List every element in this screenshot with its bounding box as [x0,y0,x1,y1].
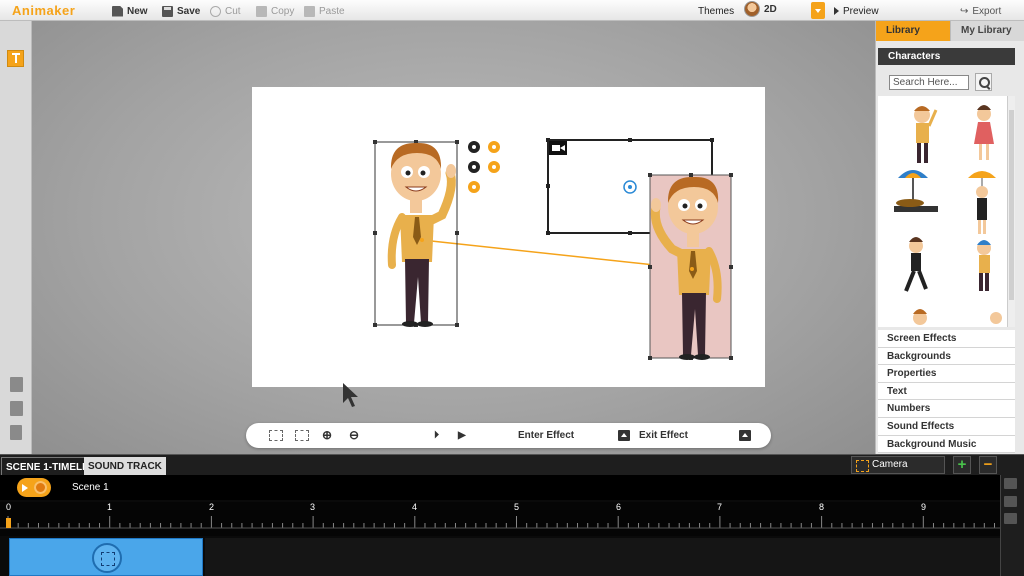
timeline: Scene 1 0 1 2 3 4 5 6 7 8 9 [0,475,1024,576]
camera-focus-icon [92,543,122,573]
ruler-ticks [0,516,1006,529]
remove-track-icon[interactable]: − [979,456,997,474]
scene-play-button[interactable] [17,478,51,497]
ruler-tick-label: 9 [921,502,927,512]
character-thumbnails [894,105,1002,325]
thumb-beach-umbrella[interactable] [894,170,938,212]
menu-text[interactable]: Text [878,382,1015,401]
play-icon [834,7,839,15]
section-title: Characters [878,48,1015,65]
focus-icon[interactable] [1004,513,1017,524]
scene-row: Scene 1 [0,475,1000,500]
character-gallery [878,96,1015,327]
add-track-icon[interactable]: + [953,456,971,474]
mouse-cursor-icon [343,383,358,407]
fit-screen-icon[interactable] [295,430,309,441]
add-layer-icon[interactable] [1004,496,1017,507]
menu-background-music[interactable]: Background Music [878,435,1015,454]
copy-icon [256,5,267,17]
ruler-tick-label: 4 [412,502,418,512]
search-icon[interactable] [975,73,992,91]
menu-sound-effects[interactable]: Sound Effects [878,417,1015,436]
top-toolbar: Animaker New Save Cut Copy Paste Themes … [0,0,1024,21]
tab-my-library[interactable]: My Library [950,21,1024,41]
scissors-icon [210,5,221,17]
scene-label: Scene 1 [72,482,109,493]
enter-effect-button[interactable]: Enter Effect [518,429,574,442]
search-input[interactable]: Search Here... [889,75,969,90]
camera-clip[interactable] [9,538,203,576]
effect-control-bar: ⊕ ⊖ ⏵ ▶ Enter Effect Exit Effect [246,423,771,448]
paste-button[interactable]: Paste [304,4,345,18]
ruler-tick-label: 6 [616,502,622,512]
themes-button[interactable]: Themes [698,4,734,18]
timeline-track[interactable] [205,538,1000,576]
export-arrow-icon: ↪ [960,5,969,17]
menu-backgrounds[interactable]: Backgrounds [878,347,1015,366]
ruler-tick-label: 7 [717,502,723,512]
zoom-out-icon[interactable]: ⊖ [349,429,359,442]
exit-effect-button[interactable]: Exit Effect [639,429,688,442]
thumb-woman-running[interactable] [904,237,928,292]
menu-screen-effects[interactable]: Screen Effects [878,330,1015,348]
character-man-waving[interactable] [387,142,456,327]
playhead[interactable] [6,518,11,528]
zoom-in-icon[interactable]: ⊕ [322,429,332,442]
camera-focus-icon[interactable] [269,430,283,441]
timeline-side-tools [1000,475,1024,576]
image-icon[interactable] [1004,478,1017,489]
enter-effect-dropdown-icon[interactable] [618,430,630,441]
camera-timeline-button[interactable]: Camera Timeline [851,456,945,486]
ruler-tick-label: 1 [107,502,113,512]
app-logo: Animaker [12,3,76,18]
menu-properties[interactable]: Properties [878,365,1015,383]
stage-area [32,21,875,454]
timeline-header: SCENE 1-TIMELINE SOUND TRACK Camera Time… [0,454,1024,486]
timeline-ruler[interactable]: 0 1 2 3 4 5 6 7 8 9 [0,502,1006,536]
thumb-woman-red-dress[interactable] [974,105,994,160]
tab-library[interactable]: Library [876,21,950,41]
copy-button[interactable]: Copy [256,4,294,18]
paste-icon [304,5,315,17]
thumb-boy-cap[interactable] [977,240,991,291]
export-button[interactable]: ↪ Export [960,4,1001,18]
play-icon[interactable]: ▶ [458,429,466,442]
tab-sound-track[interactable]: SOUND TRACK [84,457,166,476]
library-tabs: Library My Library [876,21,1024,41]
ruler-tick-label: 0 [6,502,12,512]
ruler-tick-label: 3 [310,502,316,512]
add-scene-icon[interactable] [10,377,23,392]
chevron-down-icon[interactable] [811,2,825,19]
canvas-drawing [373,138,733,360]
preview-button[interactable]: Preview [834,4,879,18]
ruler-tick-label: 8 [819,502,825,512]
new-file-icon [112,5,123,17]
new-button[interactable]: New [112,4,148,18]
save-button[interactable]: Save [162,4,200,18]
cut-button[interactable]: Cut [210,4,241,18]
mode-selector[interactable]: 2D [744,1,777,17]
duplicate-scene-icon[interactable] [10,401,23,416]
play-from-start-icon[interactable]: ⏵ [434,429,439,442]
ruler-tick-label: 2 [209,502,215,512]
save-icon [162,5,173,17]
text-tool-icon[interactable] [7,50,24,67]
exit-effect-dropdown-icon[interactable] [739,430,751,441]
thumb-woman-umbrella[interactable] [968,171,996,234]
character-avatar-icon [744,1,760,17]
gallery-scrollbar[interactable] [1007,96,1015,327]
thumb-man-waving[interactable] [914,106,938,163]
ruler-tick-label: 5 [514,502,520,512]
library-panel: Library My Library Characters Search Her… [875,21,1024,454]
left-tool-bar [0,21,32,454]
trash-icon[interactable] [10,425,22,440]
library-category-list: Screen Effects Backgrounds Properties Te… [878,330,1015,454]
menu-numbers[interactable]: Numbers [878,400,1015,418]
scene-canvas[interactable] [252,87,765,387]
